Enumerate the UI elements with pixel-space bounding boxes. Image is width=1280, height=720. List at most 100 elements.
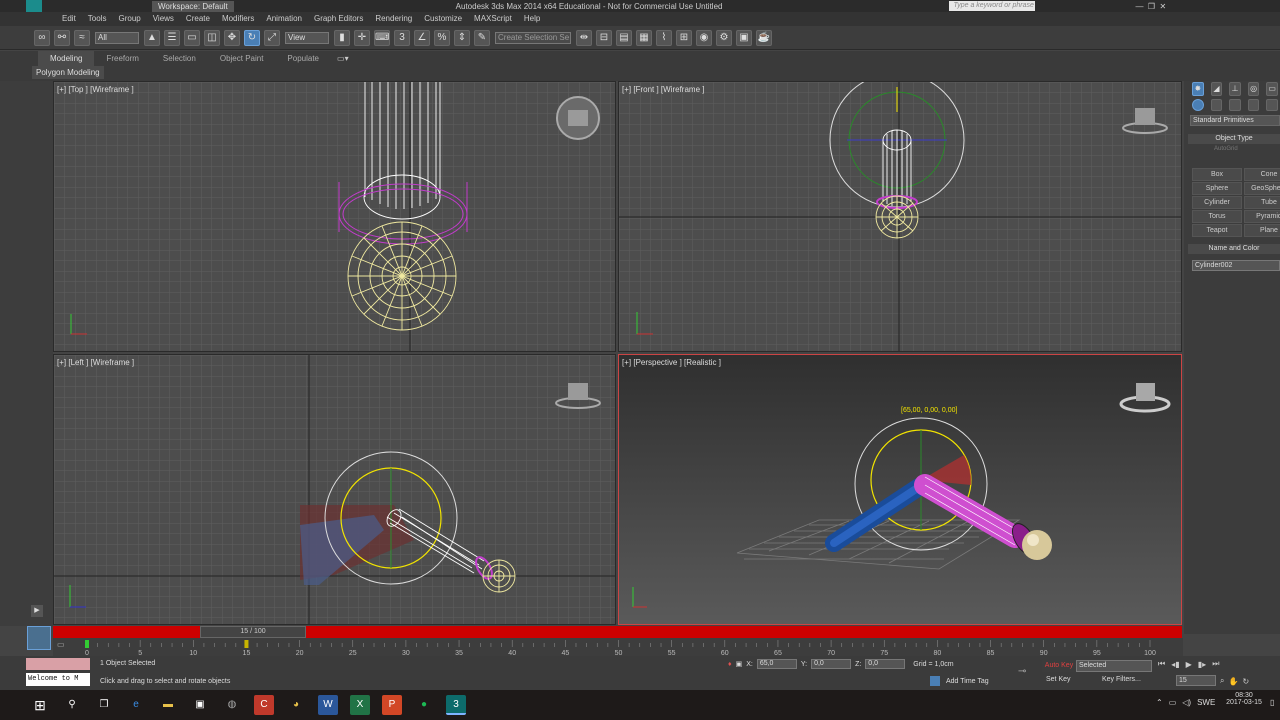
tab-freeform[interactable]: Freeform — [94, 51, 150, 66]
viewport-front[interactable]: [+] [Front ] [Wireframe ] — [618, 81, 1182, 352]
link-icon[interactable]: ∞ — [34, 29, 50, 46]
teapot-button[interactable]: Teapot — [1192, 224, 1242, 237]
create-tab-icon[interactable]: ✸ — [1192, 82, 1204, 96]
viewport-top[interactable]: [+] [Top ] [Wireframe ] — [53, 81, 616, 352]
set-key-button[interactable]: Set Key — [1046, 676, 1071, 683]
select-move-icon[interactable]: ✥ — [224, 29, 240, 46]
windows-start-icon[interactable]: ⊞ — [30, 695, 50, 715]
ribbon-minimize-icon[interactable]: ▭▾ — [337, 54, 349, 63]
menu-create[interactable]: Create — [180, 12, 216, 26]
notification-icon[interactable]: ▯ — [1270, 698, 1274, 707]
select-scale-icon[interactable]: ⤢ — [264, 29, 280, 46]
tube-button[interactable]: Tube — [1244, 196, 1280, 209]
search-icon[interactable]: ⚲ — [62, 695, 82, 715]
time-slider[interactable]: 15 / 100 — [200, 626, 306, 638]
volume-icon[interactable]: ◁) — [1182, 698, 1191, 707]
time-slider-track[interactable]: 15 / 100 — [53, 626, 1182, 638]
rendered-frame-icon[interactable]: ▣ — [736, 29, 752, 46]
powerpoint-icon[interactable]: P — [382, 695, 402, 715]
next-frame-icon[interactable]: ▮▸ — [1198, 660, 1206, 669]
menu-help[interactable]: Help — [518, 12, 546, 26]
schematic-view-icon[interactable]: ⊞ — [676, 29, 692, 46]
absolute-mode-icon[interactable]: ▣ — [736, 660, 743, 668]
object-name-field[interactable]: Cylinder002 — [1192, 260, 1280, 271]
workspace-dropdown[interactable]: Workspace: Default — [152, 0, 234, 12]
mini-curve-editor-icon[interactable] — [27, 626, 51, 650]
geosphere-button[interactable]: GeoSphere — [1244, 182, 1280, 195]
auto-key-button[interactable]: Auto Key — [1042, 660, 1076, 672]
keyboard-shortcut-icon[interactable]: ⌨ — [374, 29, 390, 46]
ribbon-panel-polygon-modeling[interactable]: Polygon Modeling — [32, 66, 104, 79]
zoom-icon[interactable]: ⌕ — [1220, 676, 1224, 686]
modify-tab-icon[interactable]: ◢ — [1210, 82, 1223, 96]
app-logo-icon[interactable] — [26, 0, 42, 12]
geometry-icon[interactable] — [1192, 99, 1204, 111]
torus-button[interactable]: Torus — [1192, 210, 1242, 223]
align-icon[interactable]: ⊟ — [596, 29, 612, 46]
edit-named-selection-icon[interactable]: ✎ — [474, 29, 490, 46]
tab-selection[interactable]: Selection — [151, 51, 208, 66]
pivot-center-icon[interactable]: ▮ — [334, 29, 350, 46]
cylinder-button[interactable]: Cylinder — [1192, 196, 1242, 209]
cone-button[interactable]: Cone — [1244, 168, 1280, 181]
spotify-icon[interactable]: ● — [414, 695, 434, 715]
viewport-perspective[interactable]: [+] [Perspective ] [Realistic ] [65,00, … — [618, 354, 1182, 625]
select-by-name-icon[interactable]: ☰ — [164, 29, 180, 46]
lock-selection-icon[interactable]: ♦ — [728, 661, 732, 668]
keyboard-language[interactable]: SWE — [1197, 698, 1215, 707]
maxscript-listener-input[interactable]: Welcome to M — [26, 673, 90, 686]
steam-icon[interactable]: ◍ — [222, 695, 242, 715]
chrome-icon[interactable]: ◕ — [286, 695, 306, 715]
snaps-toggle-icon[interactable]: 3 — [394, 29, 410, 46]
graphite-toggle-icon[interactable]: ▦ — [636, 29, 652, 46]
name-color-rollout[interactable]: Name and Color — [1188, 244, 1280, 254]
autodesk-app-icon[interactable]: C — [254, 695, 274, 715]
viewport-label-front[interactable]: [+] [Front ] [Wireframe ] — [622, 85, 704, 94]
material-editor-icon[interactable]: ◉ — [696, 29, 712, 46]
hierarchy-tab-icon[interactable]: ⊥ — [1229, 82, 1241, 96]
key-mode-dropdown[interactable]: Selected — [1076, 660, 1152, 672]
z-coord-field[interactable]: 0,0 — [865, 659, 906, 669]
tab-object-paint[interactable]: Object Paint — [208, 51, 276, 66]
menu-customize[interactable]: Customize — [418, 12, 468, 26]
named-selection-set-dropdown[interactable]: Create Selection Se — [495, 31, 571, 44]
menu-views[interactable]: Views — [147, 12, 180, 26]
angle-snap-icon[interactable]: ∠ — [414, 29, 430, 46]
cameras-icon[interactable] — [1247, 99, 1260, 111]
menu-group[interactable]: Group — [112, 12, 146, 26]
menu-tools[interactable]: Tools — [82, 12, 113, 26]
menu-rendering[interactable]: Rendering — [369, 12, 418, 26]
window-crossing-icon[interactable]: ◫ — [204, 29, 220, 46]
select-rotate-icon[interactable]: ↻ — [244, 29, 260, 46]
key-filters-button[interactable]: Key Filters... — [1102, 676, 1141, 683]
lights-icon[interactable] — [1229, 99, 1241, 111]
select-object-icon[interactable]: ▲ — [144, 29, 160, 46]
play-icon[interactable]: ▶ — [1186, 660, 1192, 669]
menu-modifiers[interactable]: Modifiers — [216, 12, 260, 26]
object-type-rollout[interactable]: Object Type — [1188, 134, 1280, 144]
expand-arrow-icon[interactable]: ▶ — [31, 605, 43, 617]
layer-manager-icon[interactable]: ▤ — [616, 29, 632, 46]
network-icon[interactable]: ▭ — [1169, 698, 1177, 707]
menu-graph-editors[interactable]: Graph Editors — [308, 12, 369, 26]
track-toggle-icon[interactable]: ▭ — [57, 640, 65, 649]
menu-edit[interactable]: Edit — [56, 12, 82, 26]
unlink-icon[interactable]: ⚯ — [54, 29, 70, 46]
bind-space-warp-icon[interactable]: ≈ — [74, 29, 90, 46]
pyramid-button[interactable]: Pyramid — [1244, 210, 1280, 223]
display-tab-icon[interactable]: ▭ — [1266, 82, 1278, 96]
mirror-icon[interactable]: ⇹ — [576, 29, 592, 46]
orbit-icon[interactable]: ↻ — [1242, 677, 1249, 686]
render-setup-icon[interactable]: ⚙ — [716, 29, 732, 46]
track-bar[interactable]: 0 5 10 15 20 25 30 35 40 45 50 55 60 65 70 75 80 85 90 95 10… — [53, 638, 1183, 656]
menu-animation[interactable]: Animation — [260, 12, 308, 26]
shapes-icon[interactable] — [1210, 99, 1223, 111]
helpers-icon[interactable] — [1266, 99, 1278, 111]
select-manipulate-icon[interactable]: ✛ — [354, 29, 370, 46]
x-coord-field[interactable]: 65,0 — [756, 659, 797, 669]
render-production-icon[interactable]: ☕ — [756, 29, 772, 46]
store-icon[interactable]: ▣ — [190, 695, 210, 715]
3dsmax-taskbar-icon[interactable]: 3 — [446, 695, 466, 715]
key-icon[interactable]: ⊸ — [1018, 666, 1026, 677]
viewport-label-left[interactable]: [+] [Left ] [Wireframe ] — [57, 358, 134, 367]
